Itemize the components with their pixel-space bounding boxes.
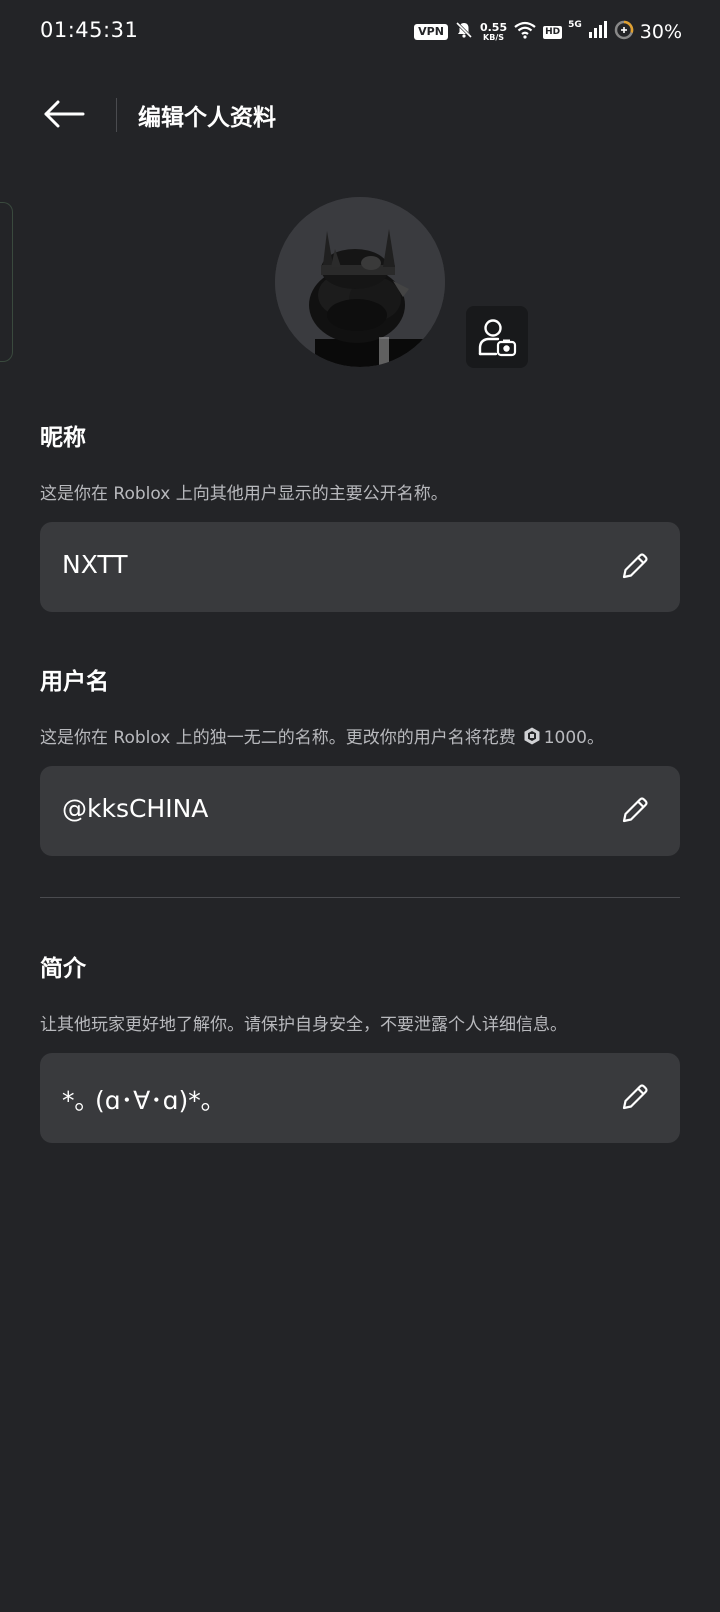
wifi-icon xyxy=(513,20,537,44)
username-description-text: 这是你在 Roblox 上的独一无二的名称。更改你的用户名将花费 xyxy=(40,728,516,748)
username-field[interactable]: @kksCHINA xyxy=(40,766,680,856)
hd-badge: HD xyxy=(543,25,563,39)
avatar-image xyxy=(275,197,445,367)
username-cost: 1000。 xyxy=(543,728,604,748)
change-avatar-button[interactable] xyxy=(466,306,528,368)
robux-icon xyxy=(524,727,540,745)
username-value: @kksCHINA xyxy=(62,794,209,823)
side-drawer-handle[interactable] xyxy=(0,202,13,362)
speed-value: 0.55 xyxy=(479,21,508,34)
status-bar: 01:45:31 VPN 0.55 KB/S HD 5G 30% xyxy=(0,0,720,64)
header-divider xyxy=(116,98,117,132)
network-type: 5G xyxy=(568,20,582,30)
user-camera-icon xyxy=(478,319,517,357)
nickname-field[interactable]: NXTT xyxy=(40,522,680,612)
speed-unit: KB/S xyxy=(483,33,505,42)
vpn-badge: VPN xyxy=(414,24,448,40)
status-icons: VPN 0.55 KB/S HD 5G 30% xyxy=(414,18,682,46)
network-speed: 0.55 KB/S xyxy=(480,22,507,42)
pencil-icon[interactable] xyxy=(618,549,652,583)
back-arrow-icon xyxy=(44,100,85,128)
bio-title: 简介 xyxy=(40,956,86,982)
section-divider xyxy=(40,897,680,898)
nickname-description: 这是你在 Roblox 上向其他用户显示的主要公开名称。 xyxy=(40,484,448,504)
bio-field[interactable]: *｡ (ɑ･∀･ɑ)*｡ xyxy=(40,1053,680,1143)
back-button[interactable] xyxy=(38,92,90,136)
bio-description: 让其他玩家更好地了解你。请保护自身安全，不要泄露个人详细信息。 xyxy=(40,1015,567,1035)
status-time: 01:45:31 xyxy=(40,18,139,42)
pencil-icon[interactable] xyxy=(618,793,652,827)
nickname-title: 昵称 xyxy=(40,425,86,451)
page-title: 编辑个人资料 xyxy=(138,105,276,131)
battery-level: 30% xyxy=(639,21,682,43)
signal-icon xyxy=(588,21,608,43)
pencil-icon[interactable] xyxy=(618,1080,652,1114)
nickname-value: NXTT xyxy=(62,550,128,579)
username-description: 这是你在 Roblox 上的独一无二的名称。更改你的用户名将花费 1000。 xyxy=(40,723,604,748)
avatar xyxy=(275,197,445,367)
mute-icon xyxy=(454,20,474,44)
bio-value: *｡ (ɑ･∀･ɑ)*｡ xyxy=(62,1086,214,1115)
header: 编辑个人资料 xyxy=(0,80,720,152)
battery-saver-icon xyxy=(614,20,634,44)
username-title: 用户名 xyxy=(40,669,109,695)
